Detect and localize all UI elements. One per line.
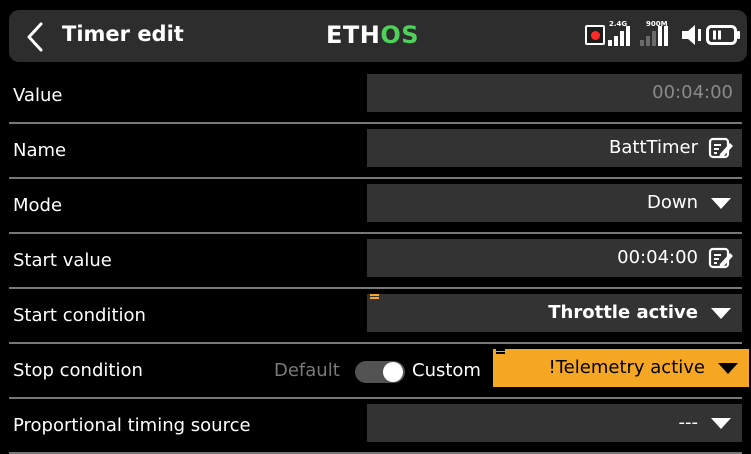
- proportional-source-dropdown[interactable]: ---: [367, 404, 742, 442]
- start-value-label: Start value: [13, 250, 112, 271]
- start-condition-label: Start condition: [13, 305, 146, 326]
- status-icons: 2.4G 900M: [585, 20, 743, 50]
- menu-indicator-icon: [370, 294, 379, 302]
- default-custom-toggle[interactable]: [355, 361, 405, 383]
- timer-edit-screen: Timer edit ETHOS 2.4G 900M Value 00:04:0…: [0, 0, 751, 454]
- start-condition-dropdown[interactable]: Throttle active: [367, 294, 742, 332]
- proportional-source-value: ---: [678, 412, 699, 433]
- speaker-icon: [680, 24, 706, 50]
- dropdown-arrow-icon: [711, 308, 731, 319]
- start-value-field-text: 00:04:00: [617, 247, 698, 268]
- stop-condition-label: Stop condition: [13, 360, 143, 381]
- header: Timer edit ETHOS 2.4G 900M: [0, 0, 751, 66]
- ethos-logo: ETHOS: [326, 21, 419, 49]
- logo-text-accent: OS: [380, 21, 420, 49]
- record-icon: [585, 25, 605, 45]
- signal-900m-icon: 900M: [640, 20, 674, 48]
- proportional-source-label: Proportional timing source: [13, 415, 251, 436]
- row-stop-condition: Stop condition Default Custom !Telemetry…: [0, 343, 751, 399]
- row-start-value: Start value 00:04:00: [0, 233, 751, 289]
- value-field-text: 00:04:00: [652, 82, 733, 103]
- edit-icon: [708, 247, 733, 269]
- dropdown-arrow-icon: [718, 363, 738, 374]
- row-name: Name BattTimer: [0, 123, 751, 179]
- signal-2g4-label: 2.4G: [609, 20, 628, 28]
- row-value: Value 00:04:00: [0, 68, 751, 124]
- dropdown-arrow-icon: [711, 418, 731, 429]
- name-field-text: BattTimer: [609, 137, 698, 158]
- toggle-knob: [383, 362, 403, 382]
- name-field[interactable]: BattTimer: [367, 129, 742, 167]
- toggle-default-label: Default: [274, 360, 340, 381]
- menu-indicator-icon: [496, 349, 505, 357]
- chevron-left-icon: [27, 22, 43, 52]
- back-button[interactable]: [19, 15, 55, 59]
- name-label: Name: [13, 140, 67, 161]
- row-mode: Mode Down: [0, 178, 751, 234]
- stop-condition-dropdown[interactable]: !Telemetry active: [493, 349, 749, 387]
- mode-dropdown-value: Down: [646, 192, 698, 213]
- toggle-custom-label: Custom: [412, 360, 481, 381]
- edit-icon: [708, 137, 733, 159]
- row-start-condition: Start condition Throttle active: [0, 288, 751, 344]
- mode-dropdown[interactable]: Down: [367, 184, 742, 222]
- value-label: Value: [13, 85, 63, 106]
- start-value-field[interactable]: 00:04:00: [367, 239, 742, 277]
- mode-label: Mode: [13, 195, 63, 216]
- stop-condition-value: !Telemetry active: [548, 357, 705, 378]
- row-proportional-source: Proportional timing source ---: [0, 398, 751, 454]
- battery-icon: [706, 24, 742, 50]
- start-condition-value: Throttle active: [548, 302, 698, 323]
- value-field: 00:04:00: [367, 74, 742, 112]
- dropdown-arrow-icon: [711, 198, 731, 209]
- signal-2g4-icon: 2.4G: [608, 20, 636, 48]
- logo-text-main: ETH: [326, 21, 381, 49]
- page-title: Timer edit: [62, 22, 184, 46]
